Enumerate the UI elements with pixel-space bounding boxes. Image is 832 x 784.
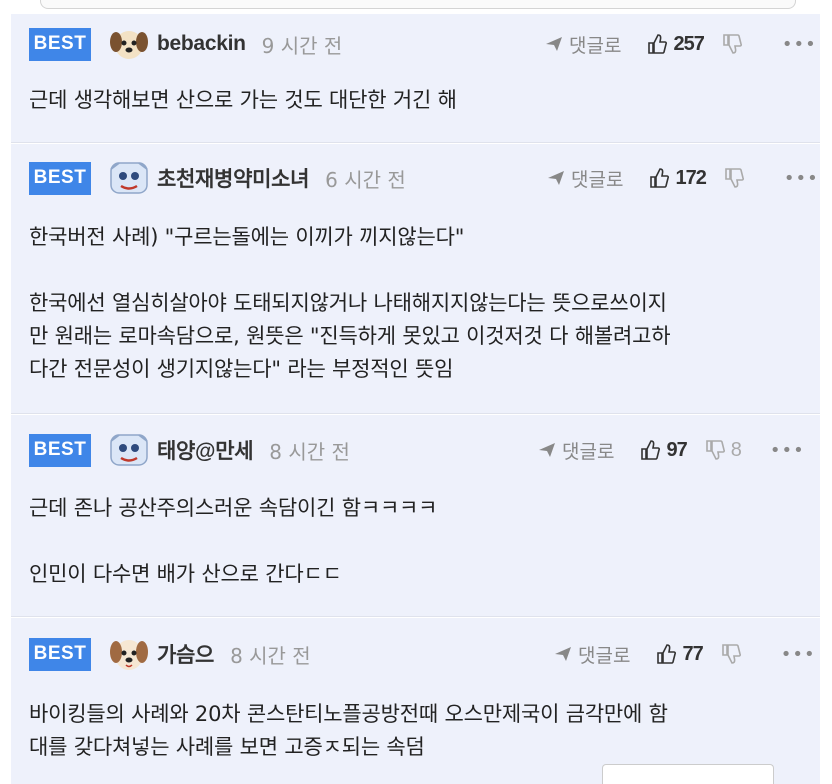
reply-label: 댓글로 (569, 34, 622, 57)
reply-arrow-icon (546, 37, 562, 51)
comment-card: BEST 태양@만세 8 시간 전 댓글로 97 8 ••• 근데 존나 공산주… (11, 415, 820, 617)
more-dots-icon[interactable]: ••• (770, 440, 805, 461)
timestamp: 8 시간 전 (269, 439, 350, 464)
nickname[interactable]: bebackin (157, 32, 246, 56)
comment-header: BEST 태양@만세 8 시간 전 (29, 432, 350, 468)
thumbs-down-icon (705, 440, 725, 460)
thumbs-up-icon (648, 34, 668, 54)
comment-card: BEST 가슴으 8 시간 전 댓글로 77 ••• 바이킹들의 사례와 20차… (11, 618, 820, 784)
comment-actions: 댓글로 172 ••• (547, 160, 819, 196)
like-count: 97 (666, 438, 687, 461)
best-badge: BEST (29, 433, 91, 467)
thumbs-down-icon (723, 34, 742, 54)
nickname[interactable]: 태양@만세 (157, 435, 254, 465)
more-dots-icon[interactable]: ••• (781, 644, 816, 665)
reply-button[interactable]: 댓글로 (545, 31, 621, 58)
like-button[interactable]: 257 (647, 32, 705, 56)
like-button[interactable]: 77 (656, 642, 704, 666)
dislike-button[interactable]: 8 (705, 439, 742, 462)
thumbs-up-icon (650, 168, 670, 188)
timestamp: 6 시간 전 (325, 167, 406, 192)
reply-label: 댓글로 (578, 644, 631, 667)
reply-button[interactable]: 댓글로 (547, 165, 623, 192)
timestamp: 9 시간 전 (261, 33, 343, 58)
thumbs-down-icon (725, 168, 744, 188)
dislike-button[interactable] (721, 644, 747, 664)
sticker-avatar-icon[interactable] (107, 430, 151, 470)
comment-body: 한국버전 사례) "구르는돌에는 이끼가 끼지않는다" 한국에선 열심히살아야 … (29, 225, 671, 381)
reply-label: 댓글로 (562, 440, 615, 463)
reply-arrow-icon (555, 647, 571, 661)
comment-card: BEST 초천재병약미소녀 6 시간 전 댓글로 172 ••• 한국버전 사례… (11, 144, 820, 414)
reply-button[interactable]: 댓글로 (554, 641, 630, 668)
next-element-edge (602, 764, 774, 784)
best-badge: BEST (29, 637, 91, 671)
like-count: 172 (675, 166, 706, 189)
comment-body: 근데 생각해보면 산으로 가는 것도 대단한 거긴 해 (29, 88, 457, 112)
previous-element-edge (40, 0, 796, 9)
dislike-button[interactable] (722, 34, 748, 54)
thumbs-down-icon (721, 644, 741, 664)
timestamp: 8 시간 전 (230, 643, 311, 668)
comment-header: BEST bebackin 9 시간 전 (29, 26, 342, 62)
comment-header: BEST 가슴으 8 시간 전 (29, 636, 311, 672)
reply-button[interactable]: 댓글로 (538, 437, 614, 464)
comment-actions: 댓글로 97 8 ••• (538, 432, 805, 468)
best-badge: BEST (29, 161, 91, 195)
dislike-button[interactable] (724, 168, 750, 188)
dog-avatar-icon[interactable] (107, 24, 151, 64)
comment-card: BEST bebackin 9 시간 전 댓글로 257 ••• 근데 생각해보… (11, 14, 820, 143)
more-dots-icon[interactable]: ••• (784, 168, 819, 189)
like-button[interactable]: 172 (649, 166, 707, 190)
comment-body: 바이킹들의 사례와 20차 콘스탄티노플공방전때 오스만제국이 금각만에 함 대… (29, 702, 668, 759)
more-dots-icon[interactable]: ••• (782, 34, 817, 55)
comment-actions: 댓글로 257 ••• (545, 26, 817, 62)
dog-avatar-icon[interactable] (107, 634, 151, 674)
like-count: 77 (682, 642, 703, 665)
reply-arrow-icon (539, 443, 555, 457)
reply-label: 댓글로 (571, 168, 624, 191)
dislike-count: 8 (730, 438, 742, 461)
like-count: 257 (673, 32, 704, 55)
reply-arrow-icon (548, 171, 564, 185)
top-edge (0, 0, 832, 14)
nickname[interactable]: 가슴으 (157, 639, 214, 669)
thumbs-up-icon (641, 440, 661, 460)
best-badge: BEST (29, 27, 91, 61)
sticker-avatar-icon[interactable] (107, 158, 151, 198)
like-button[interactable]: 97 (640, 438, 688, 462)
thumbs-up-icon (657, 644, 677, 664)
comment-actions: 댓글로 77 ••• (554, 636, 816, 672)
nickname[interactable]: 초천재병약미소녀 (157, 163, 309, 193)
comment-header: BEST 초천재병약미소녀 6 시간 전 (29, 160, 406, 196)
comment-body: 근데 존나 공산주의스러운 속담이긴 함ㅋㅋㅋㅋ 인민이 다수면 배가 산으로 … (29, 496, 438, 586)
